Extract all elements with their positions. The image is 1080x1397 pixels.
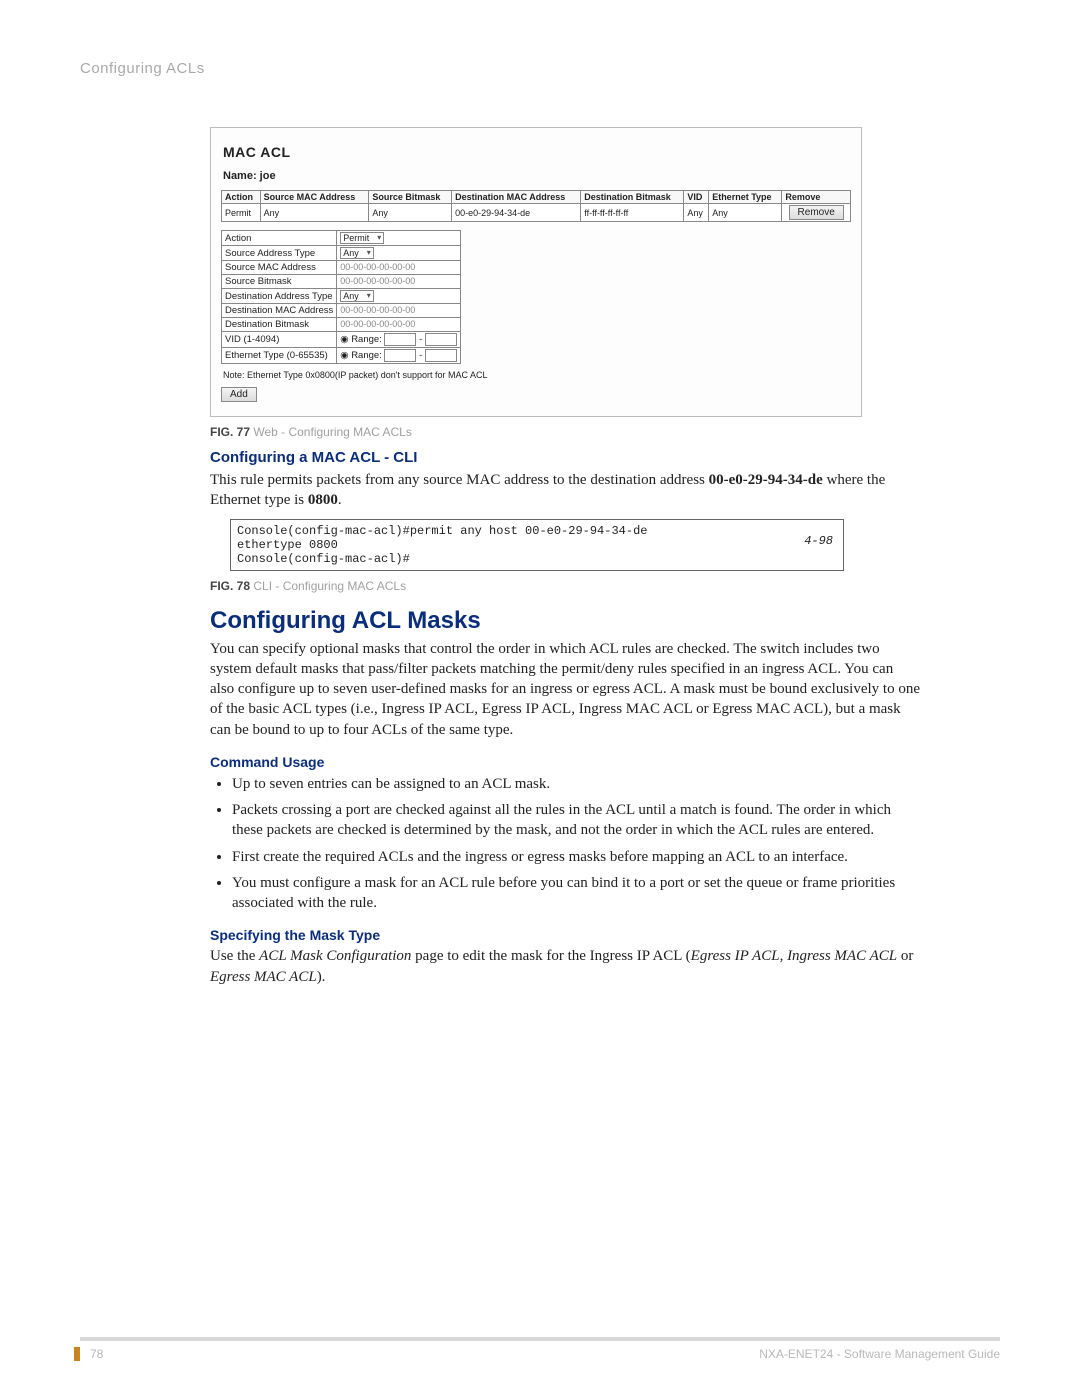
label-src-bitmask: Source Bitmask	[222, 275, 337, 289]
th-src-mac: Source MAC Address	[260, 191, 369, 204]
action-select[interactable]: Permit	[340, 232, 384, 244]
cli-line: Console(config-mac-acl)#	[237, 552, 837, 566]
label-action: Action	[222, 231, 337, 246]
label-eth: Ethernet Type (0-65535)	[222, 348, 337, 364]
vid-to-input	[425, 333, 457, 346]
eth-from-input	[384, 349, 416, 362]
th-src-bitmask: Source Bitmask	[369, 191, 452, 204]
fig-77-caption: FIG. 77 Web - Configuring MAC ACLs	[210, 425, 1000, 439]
command-usage-list: Up to seven entries can be assigned to a…	[210, 774, 920, 914]
cell-src-mac: Any	[260, 204, 369, 222]
th-dst-bitmask: Destination Bitmask	[581, 191, 684, 204]
dst-type-select[interactable]: Any	[340, 290, 374, 302]
vid-range-label: Range:	[351, 334, 382, 345]
th-remove: Remove	[782, 191, 851, 204]
list-item: Up to seven entries can be assigned to a…	[232, 774, 920, 794]
src-type-select[interactable]: Any	[340, 247, 374, 259]
src-mac-input[interactable]: 00-00-00-00-00-00	[340, 262, 415, 272]
cell-vid: Any	[684, 204, 709, 222]
th-action: Action	[222, 191, 261, 204]
label-vid: VID (1-4094)	[222, 332, 337, 348]
label-src-type: Source Address Type	[222, 246, 337, 261]
mask-intro: You can specify optional masks that cont…	[210, 639, 920, 740]
breadcrumb: Configuring ACLs	[80, 60, 1000, 77]
cell-dst-bitmask: ff-ff-ff-ff-ff-ff	[581, 204, 684, 222]
list-item: Packets crossing a port are checked agai…	[232, 800, 920, 841]
cli-listing: Console(config-mac-acl)#permit any host …	[230, 519, 844, 571]
label-dst-bitmask: Destination Bitmask	[222, 318, 337, 332]
form-table: Action Permit Source Address Type Any So…	[221, 230, 461, 364]
remove-button[interactable]: Remove	[789, 205, 844, 220]
cell-eth: Any	[709, 204, 782, 222]
rules-table: Action Source MAC Address Source Bitmask…	[221, 190, 851, 222]
doc-title: NXA-ENET24 - Software Management Guide	[759, 1347, 1000, 1361]
cell-action: Permit	[222, 204, 261, 222]
cli-line: ethertype 0800	[237, 538, 837, 552]
heading-command-usage: Command Usage	[210, 754, 1000, 770]
eth-range-label: Range:	[351, 350, 382, 361]
eth-to-input	[425, 349, 457, 362]
acl-name: Name: joe	[223, 170, 849, 182]
vid-from-input	[384, 333, 416, 346]
src-bitmask-input[interactable]: 00-00-00-00-00-00	[340, 276, 415, 286]
cli-ref: 4-98	[804, 534, 833, 548]
heading-configuring-acl-masks: Configuring ACL Masks	[210, 607, 1000, 635]
add-button[interactable]: Add	[221, 387, 257, 402]
label-dst-mac: Destination MAC Address	[222, 304, 337, 318]
cli-line: Console(config-mac-acl)#permit any host …	[237, 524, 837, 538]
mac-acl-panel: MAC ACL Name: joe Action Source MAC Addr…	[210, 127, 862, 417]
heading-configuring-mac-acl-cli: Configuring a MAC ACL - CLI	[210, 449, 1000, 466]
label-src-mac: Source MAC Address	[222, 261, 337, 275]
cell-dst-mac: 00-e0-29-94-34-de	[452, 204, 581, 222]
th-vid: VID	[684, 191, 709, 204]
label-dst-type: Destination Address Type	[222, 289, 337, 304]
cell-src-bitmask: Any	[369, 204, 452, 222]
cli-intro: This rule permits packets from any sourc…	[210, 470, 920, 511]
th-eth: Ethernet Type	[709, 191, 782, 204]
panel-note: Note: Ethernet Type 0x0800(IP packet) do…	[223, 370, 849, 380]
spec-mask-body: Use the ACL Mask Configuration page to e…	[210, 946, 920, 987]
heading-specifying-mask-type: Specifying the Mask Type	[210, 927, 1000, 943]
list-item: First create the required ACLs and the i…	[232, 847, 920, 867]
vid-range-cell[interactable]: ◉ Range: -	[337, 332, 461, 348]
table-row: Permit Any Any 00-e0-29-94-34-de ff-ff-f…	[222, 204, 851, 222]
page-number: 78	[74, 1347, 103, 1361]
th-dst-mac: Destination MAC Address	[452, 191, 581, 204]
eth-range-cell[interactable]: ◉ Range: -	[337, 348, 461, 364]
dst-mac-input[interactable]: 00-00-00-00-00-00	[340, 305, 415, 315]
panel-title: MAC ACL	[223, 144, 849, 160]
fig-78-caption: FIG. 78 CLI - Configuring MAC ACLs	[210, 579, 1000, 593]
dst-bitmask-input[interactable]: 00-00-00-00-00-00	[340, 319, 415, 329]
footer: 78 NXA-ENET24 - Software Management Guid…	[80, 1337, 1000, 1361]
list-item: You must configure a mask for an ACL rul…	[232, 873, 920, 914]
